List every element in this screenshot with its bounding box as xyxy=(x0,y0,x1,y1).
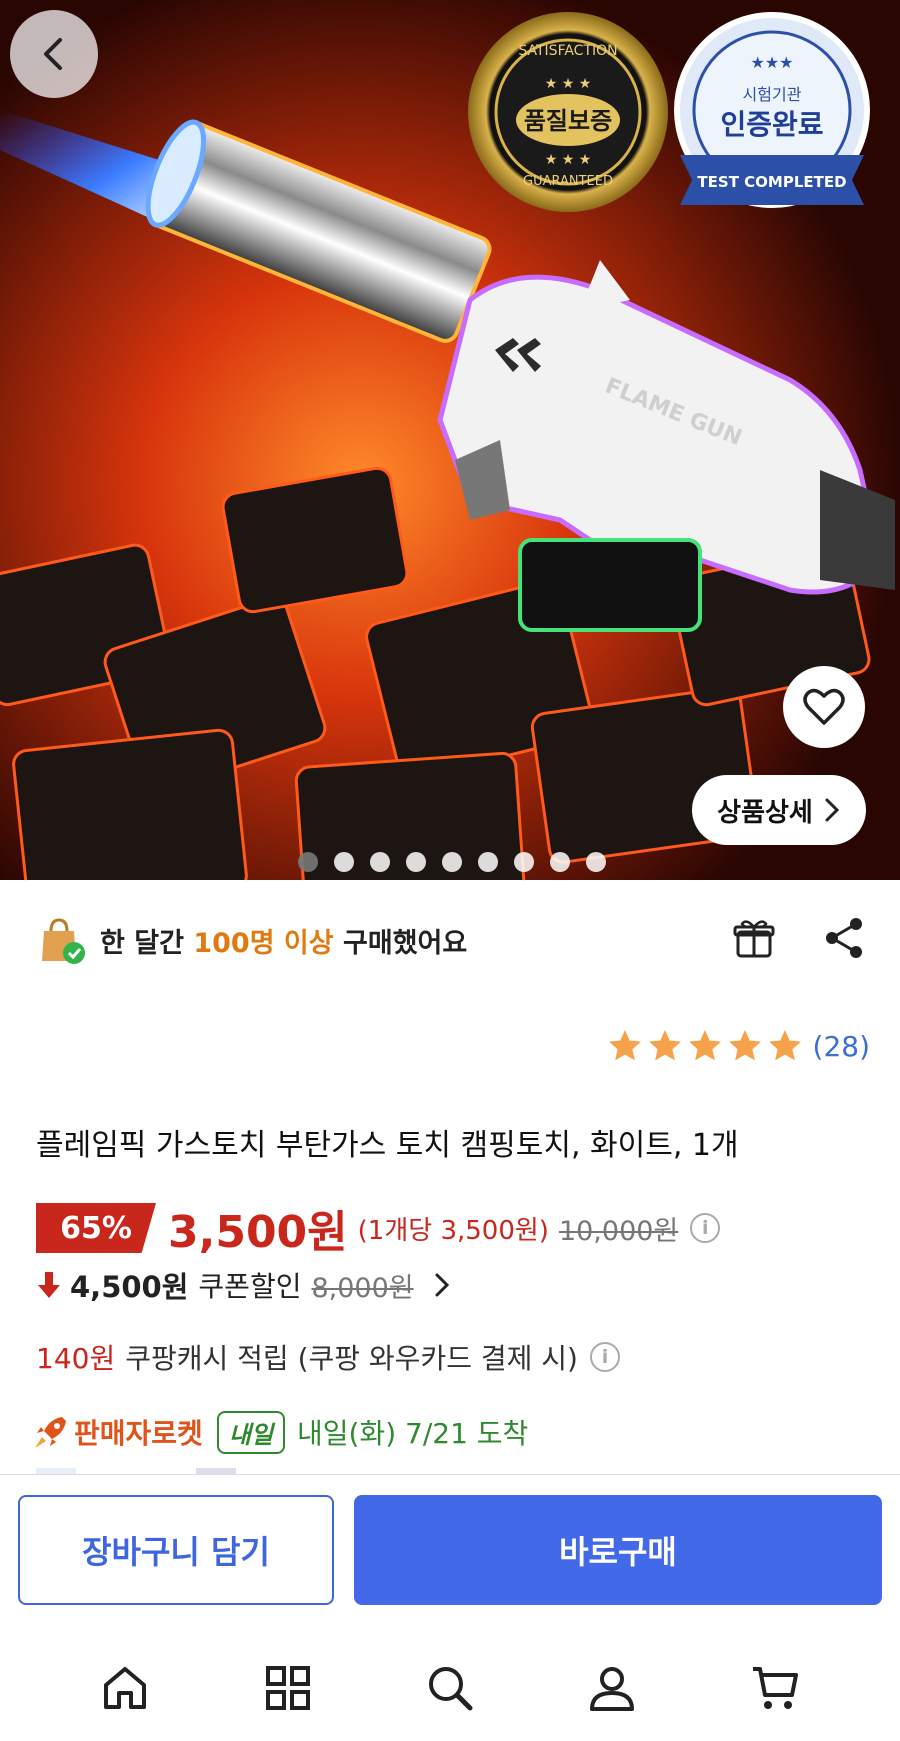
carousel-dot[interactable] xyxy=(298,852,318,872)
svg-text:TEST COMPLETED: TEST COMPLETED xyxy=(697,173,846,191)
category-icon xyxy=(265,1666,310,1710)
purchase-count-text: 한 달간 100명 이상 구매했어요 xyxy=(100,927,468,959)
product-detail-button[interactable]: 상품상세 xyxy=(692,775,866,845)
original-price: 10,000원 xyxy=(558,1215,679,1247)
svg-text:★★★: ★★★ xyxy=(750,53,793,72)
buy-now-button[interactable]: 바로구매 xyxy=(354,1495,882,1605)
star-icon xyxy=(688,1030,721,1061)
tomorrow-badge: 내일 xyxy=(216,1410,285,1454)
purchase-count-row: 한 달간 100명 이상 구매했어요 xyxy=(36,910,866,970)
discount-badge: 65% xyxy=(36,1203,156,1253)
svg-text:SATISFACTION: SATISFACTION xyxy=(518,43,617,59)
carousel-dot[interactable] xyxy=(442,852,462,872)
shopping-bag-icon xyxy=(42,918,85,964)
tab-cart[interactable] xyxy=(745,1658,805,1718)
carousel-indicator xyxy=(298,852,606,872)
carousel-dot[interactable] xyxy=(586,852,606,872)
tab-category[interactable] xyxy=(258,1658,318,1718)
unit-price: (1개당 3,500원) xyxy=(357,1215,549,1246)
gift-icon[interactable] xyxy=(732,916,776,960)
svg-text:★ ★ ★: ★ ★ ★ xyxy=(545,152,592,168)
share-icon[interactable] xyxy=(822,916,866,960)
sale-price: 3,500원 xyxy=(168,1207,348,1258)
cashback-amount: 140원 xyxy=(36,1342,116,1375)
star-icon xyxy=(728,1030,761,1061)
cart-icon xyxy=(752,1667,798,1709)
tab-my-page[interactable] xyxy=(582,1658,642,1718)
svg-text:품질보증: 품질보증 xyxy=(524,107,612,135)
back-button[interactable] xyxy=(10,10,98,98)
svg-text:시험기관: 시험기관 xyxy=(743,85,802,104)
carousel-dot[interactable] xyxy=(406,852,426,872)
tab-search[interactable] xyxy=(420,1658,480,1718)
info-icon[interactable]: i xyxy=(589,1342,620,1372)
cashback-text: 쿠팡캐시 적립 (쿠팡 와우카드 결제 시) xyxy=(125,1342,578,1375)
carousel-dot[interactable] xyxy=(478,852,498,872)
coupon-original-price: 8,000원 xyxy=(311,1272,414,1304)
star-icon xyxy=(768,1030,801,1061)
product-photo: FLAME GUN SATISFACTION 품질보증 GUARANTEED ★… xyxy=(0,0,900,880)
search-icon xyxy=(428,1667,473,1711)
star-icon xyxy=(608,1030,641,1061)
chevron-right-icon xyxy=(435,1273,449,1297)
rocket-icon xyxy=(35,1417,66,1448)
price-row: 65% 3,500원 (1개당 3,500원) 10,000원 i xyxy=(36,1198,721,1258)
wishlist-button[interactable] xyxy=(783,666,865,748)
svg-text:GUARANTEED: GUARANTEED xyxy=(523,174,613,189)
product-detail-label: 상품상세 xyxy=(717,797,813,828)
product-image-carousel[interactable]: FLAME GUN SATISFACTION 품질보증 GUARANTEED ★… xyxy=(0,0,900,880)
chevron-right-icon xyxy=(825,798,839,822)
quality-guarantee-badge: SATISFACTION 품질보증 GUARANTEED ★ ★ ★ ★ ★ ★ xyxy=(468,12,668,212)
test-completed-badge: ★★★ 시험기관 인증완료 TEST COMPLETED xyxy=(674,12,870,208)
bottom-tab-bar xyxy=(0,1640,900,1741)
coupon-label: 쿠폰할인 xyxy=(198,1270,302,1303)
product-title: 플레임픽 가스토치 부탄가스 토치 캠핑토치, 화이트, 1개 xyxy=(36,1128,739,1163)
review-count[interactable]: (28) xyxy=(813,1030,870,1063)
carousel-dot[interactable] xyxy=(370,852,390,872)
delivery-date: 내일(화) 7/21 도착 xyxy=(296,1417,529,1450)
profile-icon xyxy=(590,1667,635,1711)
arrow-down-icon xyxy=(38,1272,60,1298)
purchase-action-bar: 장바구니 담기 바로구매 xyxy=(0,1474,900,1616)
seller-rocket-label: 판매자로켓 xyxy=(74,1417,203,1450)
coupon-row[interactable]: 4,500원 쿠폰할인 8,000원 xyxy=(36,1264,452,1306)
home-icon xyxy=(104,1667,147,1709)
carousel-dot[interactable] xyxy=(514,852,534,872)
delivery-row: 판매자로켓 내일 내일(화) 7/21 도착 xyxy=(32,1408,528,1456)
heart-icon xyxy=(803,688,845,725)
carousel-dot[interactable] xyxy=(550,852,570,872)
coupon-price: 4,500원 xyxy=(70,1270,189,1304)
star-icon xyxy=(648,1030,681,1061)
svg-text:인증완료: 인증완료 xyxy=(720,108,823,141)
cashback-row: 140원 쿠팡캐시 적립 (쿠팡 와우카드 결제 시) i xyxy=(36,1336,620,1378)
svg-text:★ ★ ★: ★ ★ ★ xyxy=(545,76,592,92)
add-to-cart-button[interactable]: 장바구니 담기 xyxy=(18,1495,334,1605)
rating-row[interactable]: (28) xyxy=(607,1028,870,1064)
carousel-dot[interactable] xyxy=(334,852,354,872)
chevron-left-icon xyxy=(44,38,62,70)
tab-home[interactable] xyxy=(95,1658,155,1718)
info-icon[interactable]: i xyxy=(690,1213,721,1243)
